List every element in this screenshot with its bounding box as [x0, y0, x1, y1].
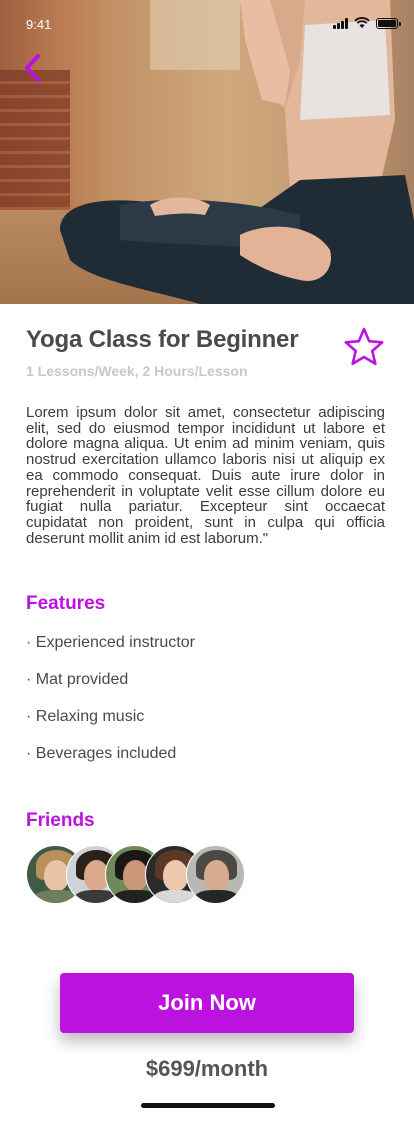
price-label: $699/month	[145, 1056, 269, 1081]
wifi-icon	[354, 17, 370, 28]
star-outline-icon[interactable]	[343, 326, 385, 368]
feature-item: · Experienced instructor	[26, 634, 195, 651]
yoga-person-illustration	[60, 0, 414, 304]
feature-item: · Mat provided	[26, 671, 129, 688]
chevron-left-icon[interactable]	[18, 50, 48, 86]
friends-heading: Friends	[26, 810, 95, 831]
class-description: Lorem ipsum dolor sit amet, consectetur …	[26, 404, 385, 547]
status-time: 9:41	[26, 17, 52, 32]
class-schedule: 1 Lessons/Week, 2 Hours/Lesson	[26, 363, 248, 379]
class-title: Yoga Class for Beginner	[26, 326, 299, 353]
avatar[interactable]	[186, 845, 245, 904]
hero-image: 9:41	[0, 0, 414, 304]
features-heading: Features	[26, 593, 106, 614]
home-indicator[interactable]	[141, 1103, 275, 1108]
status-bar: 9:41	[0, 0, 414, 44]
feature-item: · Beverages included	[26, 745, 177, 762]
join-now-button[interactable]: Join Now	[60, 973, 354, 1033]
battery-icon	[376, 18, 401, 29]
feature-item: · Relaxing music	[26, 708, 145, 725]
signal-icon	[333, 18, 349, 29]
friends-avatar-list	[26, 845, 256, 905]
